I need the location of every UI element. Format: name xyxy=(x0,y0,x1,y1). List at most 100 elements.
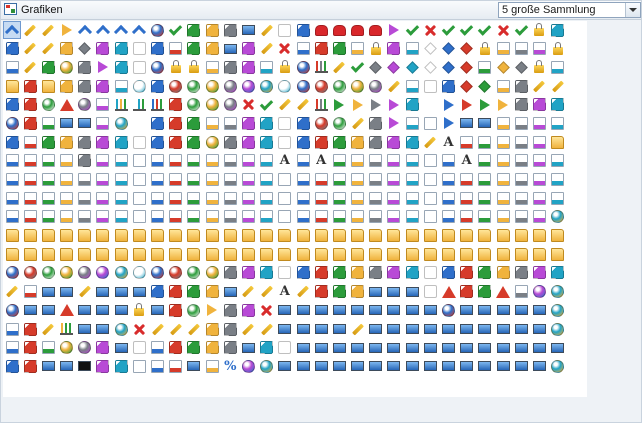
icon-cell-document-icon[interactable] xyxy=(530,208,548,226)
icon-cell-refresh-icon[interactable] xyxy=(39,58,57,76)
icon-cell-document-icon[interactable] xyxy=(458,171,476,189)
icon-cell-document-icon[interactable] xyxy=(130,189,148,207)
icon-cell-clock-icon[interactable] xyxy=(130,301,148,319)
icon-cell-folder-icon[interactable] xyxy=(239,227,257,245)
icon-cell-search-icon[interactable] xyxy=(203,133,221,151)
icon-cell-font-icon[interactable]: A xyxy=(276,283,294,301)
icon-cell-document-icon[interactable] xyxy=(530,133,548,151)
icon-cell-pencil-icon[interactable] xyxy=(330,58,348,76)
icon-cell-document-icon[interactable] xyxy=(349,189,367,207)
icon-cell-phone-icon[interactable] xyxy=(221,264,239,282)
icon-cell-table-icon[interactable] xyxy=(330,133,348,151)
icon-cell-clock-icon[interactable] xyxy=(185,58,203,76)
icon-cell-tag-icon[interactable] xyxy=(367,58,385,76)
icon-cell-screen-icon[interactable] xyxy=(512,320,530,338)
icon-cell-document-icon[interactable] xyxy=(549,114,567,132)
icon-cell-document-icon[interactable] xyxy=(494,77,512,95)
icon-cell-film-icon[interactable] xyxy=(221,283,239,301)
icon-cell-folder-icon[interactable] xyxy=(494,245,512,263)
icon-cell-screen-icon[interactable] xyxy=(421,301,439,319)
icon-cell-warning-icon[interactable] xyxy=(494,283,512,301)
icon-cell-tools-icon[interactable] xyxy=(512,77,530,95)
icon-cell-document-icon[interactable] xyxy=(512,189,530,207)
icon-cell-download-icon[interactable] xyxy=(149,283,167,301)
icon-cell-gear-icon[interactable] xyxy=(149,21,167,39)
icon-cell-screen-icon[interactable] xyxy=(94,301,112,319)
icon-cell-check-icon[interactable] xyxy=(403,21,421,39)
icon-cell-play-icon[interactable] xyxy=(330,96,348,114)
icon-cell-document-icon[interactable] xyxy=(421,152,439,170)
icon-cell-info-icon[interactable] xyxy=(39,96,57,114)
icon-cell-document-icon[interactable] xyxy=(185,189,203,207)
icon-cell-screen-icon[interactable] xyxy=(458,114,476,132)
icon-cell-screen-icon[interactable] xyxy=(330,339,348,357)
icon-cell-lightning-icon[interactable] xyxy=(458,283,476,301)
icon-cell-document-icon[interactable] xyxy=(530,189,548,207)
icon-cell-heart-icon[interactable] xyxy=(367,21,385,39)
icon-cell-chat-icon[interactable] xyxy=(58,77,76,95)
icon-cell-document-icon[interactable] xyxy=(112,152,130,170)
icon-cell-screen-icon[interactable] xyxy=(367,357,385,375)
icon-cell-stop-icon[interactable] xyxy=(76,96,94,114)
icon-cell-key-icon[interactable] xyxy=(458,58,476,76)
icon-cell-document-icon[interactable] xyxy=(239,171,257,189)
icon-cell-folder-icon[interactable] xyxy=(403,245,421,263)
icon-cell-screen-icon[interactable] xyxy=(530,301,548,319)
icon-cell-screen-icon[interactable] xyxy=(294,339,312,357)
icon-cell-document-icon[interactable] xyxy=(167,357,185,375)
icon-cell-document-icon[interactable] xyxy=(203,357,221,375)
icon-cell-folder-icon[interactable] xyxy=(203,227,221,245)
icon-cell-add-icon[interactable] xyxy=(185,133,203,151)
icon-cell-key-icon[interactable] xyxy=(403,58,421,76)
icon-cell-document-icon[interactable] xyxy=(3,152,21,170)
icon-cell-table-icon[interactable] xyxy=(276,133,294,151)
icon-cell-info-icon[interactable] xyxy=(3,301,21,319)
icon-cell-check-icon[interactable] xyxy=(512,21,530,39)
icon-cell-folder-icon[interactable] xyxy=(330,245,348,263)
icon-cell-document-icon[interactable] xyxy=(440,189,458,207)
icon-cell-gradient-icon[interactable] xyxy=(276,21,294,39)
icon-cell-disc-icon[interactable] xyxy=(167,264,185,282)
icon-cell-screen-icon[interactable] xyxy=(58,283,76,301)
icon-cell-screen-icon[interactable] xyxy=(276,320,294,338)
icon-cell-folder-icon[interactable] xyxy=(294,245,312,263)
icon-cell-folder-icon[interactable] xyxy=(58,245,76,263)
icon-cell-document-icon[interactable] xyxy=(458,189,476,207)
icon-cell-screen-icon[interactable] xyxy=(476,357,494,375)
icon-cell-document-icon[interactable] xyxy=(403,189,421,207)
icon-cell-document-icon[interactable] xyxy=(440,171,458,189)
icon-cell-check-icon[interactable] xyxy=(458,21,476,39)
icon-cell-folder-icon[interactable] xyxy=(403,227,421,245)
icon-cell-key-icon[interactable] xyxy=(385,58,403,76)
icon-cell-palette-icon[interactable] xyxy=(367,114,385,132)
icon-cell-tools-icon[interactable] xyxy=(221,339,239,357)
icon-cell-envelope-icon[interactable] xyxy=(21,77,39,95)
icon-cell-folder-icon[interactable] xyxy=(239,245,257,263)
icon-cell-clock-icon[interactable] xyxy=(167,58,185,76)
icon-cell-tag-icon[interactable] xyxy=(458,77,476,95)
icon-cell-document-icon[interactable] xyxy=(112,77,130,95)
icon-cell-folder-icon[interactable] xyxy=(367,227,385,245)
icon-cell-lifebuoy-icon[interactable] xyxy=(58,339,76,357)
icon-cell-screen-icon[interactable] xyxy=(239,339,257,357)
icon-cell-volume-icon[interactable] xyxy=(349,283,367,301)
icon-cell-screen-icon[interactable] xyxy=(403,283,421,301)
icon-cell-screen-icon[interactable] xyxy=(440,320,458,338)
icon-cell-screen-icon[interactable] xyxy=(58,114,76,132)
icon-cell-screen-icon[interactable] xyxy=(476,339,494,357)
icon-cell-document-icon[interactable] xyxy=(167,152,185,170)
icon-cell-key-icon[interactable] xyxy=(421,58,439,76)
icon-cell-screen-icon[interactable] xyxy=(94,320,112,338)
icon-cell-document-icon[interactable] xyxy=(149,189,167,207)
icon-cell-play-icon[interactable] xyxy=(421,96,439,114)
icon-cell-orb-icon[interactable] xyxy=(239,357,257,375)
icon-cell-screen-icon[interactable] xyxy=(367,320,385,338)
icon-cell-play-icon[interactable] xyxy=(385,96,403,114)
icon-cell-pencil-icon[interactable] xyxy=(294,96,312,114)
icon-cell-screen-icon[interactable] xyxy=(367,301,385,319)
icon-cell-screen-icon[interactable] xyxy=(403,357,421,375)
icon-cell-document-icon[interactable] xyxy=(512,114,530,132)
icon-cell-dash-icon[interactable] xyxy=(421,77,439,95)
icon-cell-document-icon[interactable] xyxy=(403,152,421,170)
icon-cell-folder-icon[interactable] xyxy=(312,227,330,245)
